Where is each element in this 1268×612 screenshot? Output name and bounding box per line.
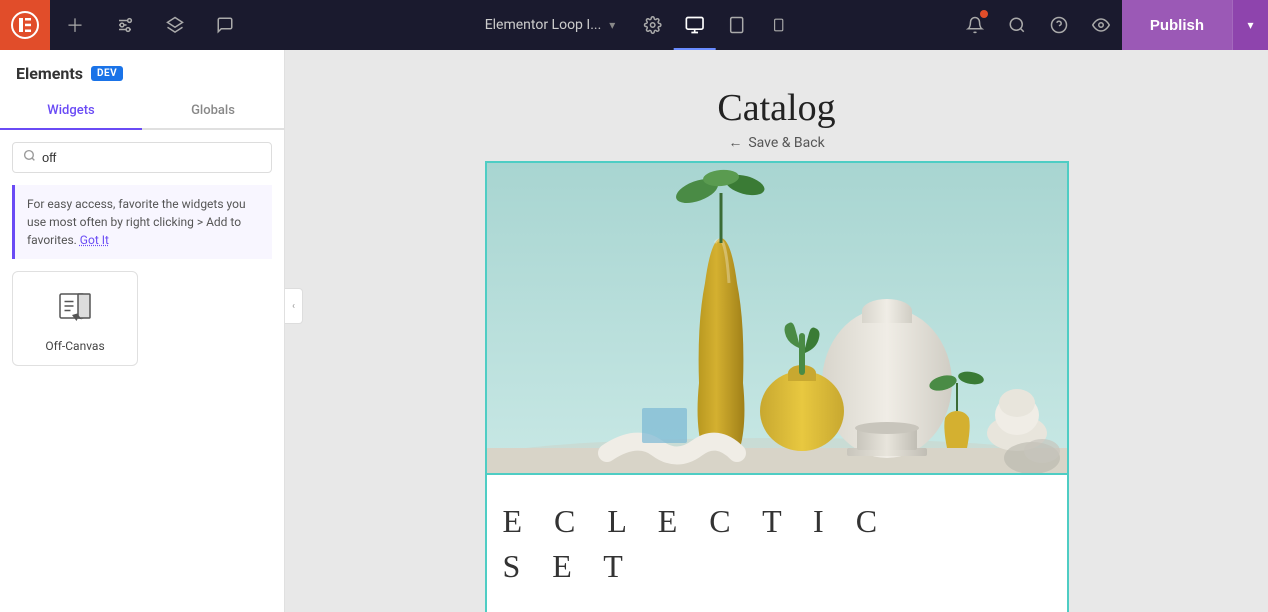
doc-settings-button[interactable] bbox=[631, 4, 673, 46]
sidebar-header: Elements DEV bbox=[0, 50, 284, 93]
elementor-logo-button[interactable] bbox=[0, 0, 50, 50]
widget-off-canvas[interactable]: Off-Canvas bbox=[12, 271, 138, 366]
tip-got-it-link[interactable]: Got It bbox=[80, 233, 109, 247]
topbar-right: Publish ▾ bbox=[954, 0, 1268, 50]
search-input[interactable] bbox=[42, 150, 261, 165]
topbar-left: ＋ bbox=[0, 0, 250, 50]
widget-off-canvas-label: Off-Canvas bbox=[45, 339, 104, 353]
tab-globals[interactable]: Globals bbox=[142, 93, 284, 130]
widget-grid: Off-Canvas bbox=[0, 271, 284, 366]
notifications-button[interactable] bbox=[954, 0, 996, 50]
preview-button[interactable] bbox=[1080, 0, 1122, 50]
view-mode-group bbox=[673, 0, 799, 50]
chevron-down-icon: ▾ bbox=[609, 18, 615, 32]
page-nav: ← Save & Back bbox=[728, 134, 824, 161]
add-element-button[interactable]: ＋ bbox=[50, 0, 100, 50]
tablet-view-button[interactable] bbox=[715, 0, 757, 50]
publish-dropdown-button[interactable]: ▾ bbox=[1232, 0, 1268, 50]
save-back-link[interactable]: Save & Back bbox=[748, 135, 824, 151]
sidebar-collapse-handle[interactable]: ‹ bbox=[285, 288, 303, 324]
product-image bbox=[487, 163, 1067, 473]
sidebar-search-container bbox=[12, 142, 272, 173]
tab-widgets[interactable]: Widgets bbox=[0, 93, 142, 130]
sidebar-tip: For easy access, favorite the widgets yo… bbox=[12, 185, 272, 259]
sidebar-title: Elements bbox=[16, 64, 83, 83]
page-title: Catalog bbox=[717, 70, 835, 134]
search-button[interactable] bbox=[996, 0, 1038, 50]
tip-text: For easy access, favorite the widgets yo… bbox=[27, 197, 246, 247]
product-text-area: E C L E C T I C S E T bbox=[487, 473, 1067, 612]
publish-button[interactable]: Publish bbox=[1122, 0, 1232, 50]
document-title[interactable]: Elementor Loop I... ▾ bbox=[469, 17, 632, 33]
sidebar: Elements DEV Widgets Globals For easy ac… bbox=[0, 50, 285, 612]
help-button[interactable] bbox=[1038, 0, 1080, 50]
doc-title-text: Elementor Loop I... bbox=[485, 17, 602, 33]
product-title-line2: S E T bbox=[503, 544, 1051, 589]
chat-button[interactable] bbox=[200, 0, 250, 50]
product-card: E C L E C T I C S E T bbox=[485, 161, 1069, 612]
search-icon bbox=[23, 149, 36, 166]
desktop-view-button[interactable] bbox=[673, 0, 715, 50]
topbar-center: Elementor Loop I... ▾ bbox=[469, 0, 800, 50]
layers-button[interactable] bbox=[150, 0, 200, 50]
product-illustration-svg bbox=[487, 163, 1067, 473]
mobile-view-button[interactable] bbox=[757, 0, 799, 50]
product-title-line1: E C L E C T I C bbox=[503, 499, 1051, 544]
product-title: E C L E C T I C S E T bbox=[503, 499, 1051, 589]
notification-dot bbox=[980, 10, 988, 18]
off-canvas-icon bbox=[57, 288, 93, 331]
topbar: ＋ Elementor Loop I... ▾ bbox=[0, 0, 1268, 50]
settings-panel-button[interactable] bbox=[100, 0, 150, 50]
dev-badge: DEV bbox=[91, 66, 123, 81]
sidebar-tabs: Widgets Globals bbox=[0, 93, 284, 130]
back-arrow-icon: ← bbox=[728, 134, 742, 151]
canvas-area: Catalog ← Save & Back bbox=[285, 50, 1268, 612]
main-layout: Elements DEV Widgets Globals For easy ac… bbox=[0, 50, 1268, 612]
